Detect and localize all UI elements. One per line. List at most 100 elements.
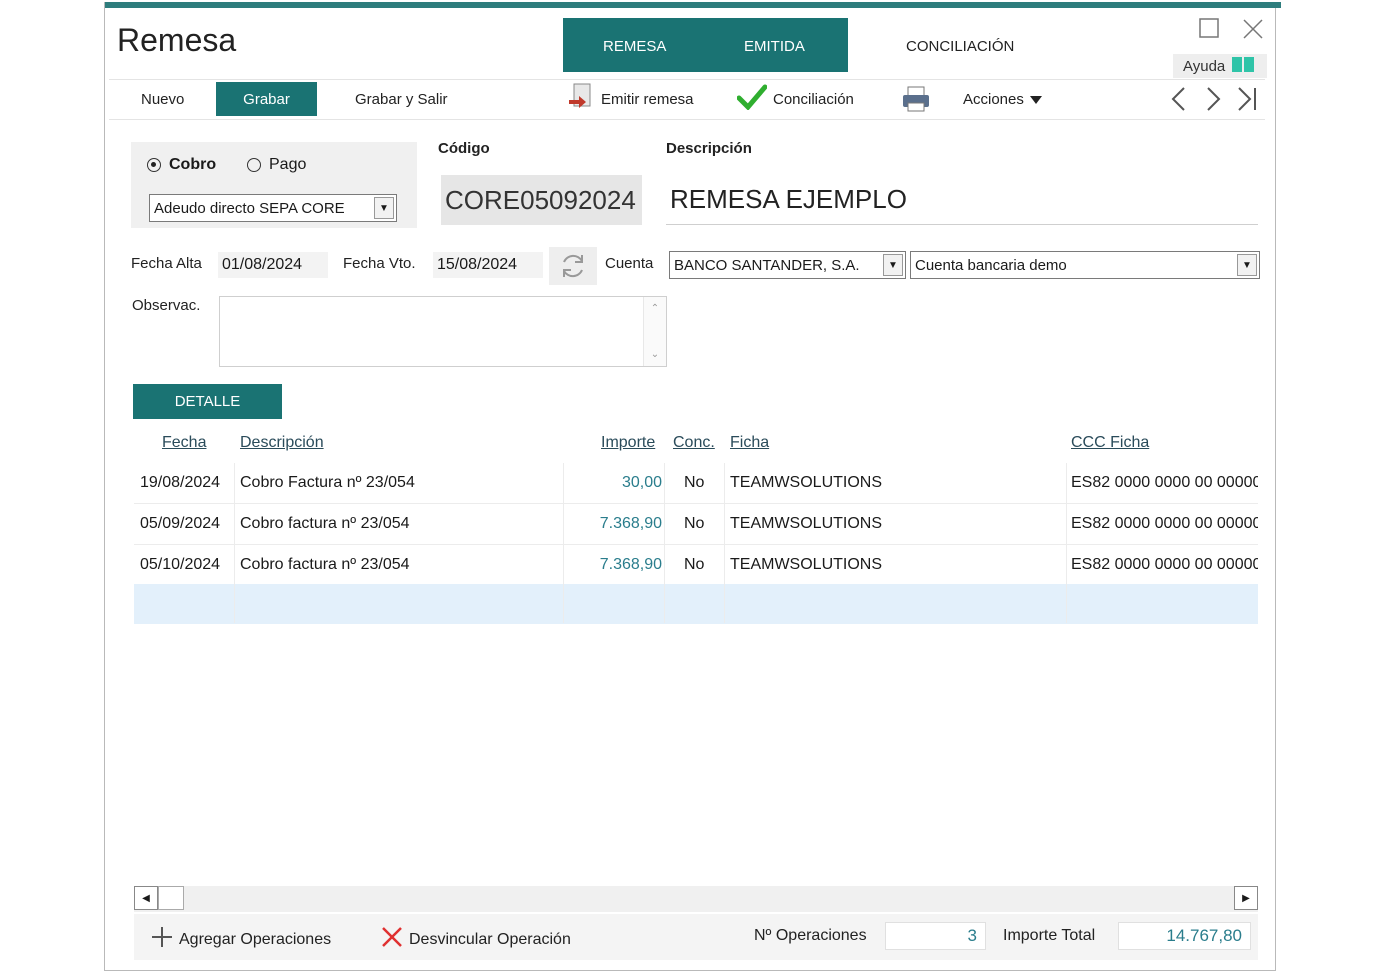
close-icon[interactable] — [1242, 18, 1264, 46]
desvincular-operacion-button[interactable]: Desvincular Operación — [381, 926, 571, 953]
cell-fecha: 05/09/2024 — [140, 515, 221, 532]
title-separator — [109, 79, 1265, 80]
toolbar-separator — [109, 119, 1265, 120]
next-record-icon[interactable] — [1203, 82, 1223, 123]
cell-ccc: ES82 0000 0000 00 0000000000 — [1071, 474, 1258, 491]
table-horizontal-scrollbar[interactable]: ◀ ▶ — [134, 886, 1258, 912]
descripcion-field[interactable]: REMESA EJEMPLO — [666, 175, 1258, 225]
last-record-icon[interactable] — [1235, 82, 1259, 123]
cuenta-label: Cuenta — [605, 255, 654, 272]
dropdown-arrow-icon: ▼ — [374, 197, 394, 219]
descripcion-label: Descripción — [666, 140, 752, 157]
modalidad-select[interactable]: Adeudo directo SEPA CORE ▼ — [149, 194, 397, 222]
fecha-vto-field[interactable]: 15/08/2024 — [433, 252, 543, 278]
pago-radio[interactable]: Pago — [247, 156, 306, 174]
grabar-salir-button[interactable]: Grabar y Salir — [355, 82, 448, 116]
table-row[interactable]: 05/09/2024 Cobro factura nº 23/054 7.368… — [134, 504, 1258, 545]
tipo-panel: Cobro Pago Adeudo directo SEPA CORE ▼ — [131, 142, 417, 228]
cell-conc: No — [684, 556, 705, 573]
fecha-vto-label: Fecha Vto. — [343, 255, 416, 272]
emitir-remesa-label: Emitir remesa — [601, 90, 694, 108]
scroll-right-icon[interactable]: ▶ — [1234, 886, 1258, 910]
column-header-fecha[interactable]: Fecha — [162, 434, 206, 452]
help-button[interactable]: Ayuda — [1173, 54, 1267, 78]
conciliacion-button[interactable]: Conciliación — [736, 82, 854, 116]
refresh-icon[interactable] — [549, 247, 597, 285]
importe-total-value: 14.767,80 — [1118, 922, 1251, 950]
column-header-conc[interactable]: Conc. — [673, 434, 715, 452]
cell-ccc: ES82 0000 0000 00 0000000000 — [1071, 556, 1258, 573]
textarea-scrollbar[interactable]: ⌃ ⌄ — [643, 297, 666, 366]
cell-fecha: 05/10/2024 — [140, 556, 221, 573]
column-header-importe[interactable]: Importe — [601, 434, 655, 452]
cell-importe: 30,00 — [621, 474, 662, 491]
radio-unselected-icon — [247, 158, 261, 172]
dropdown-arrow-icon: ▼ — [1237, 254, 1257, 276]
column-divider — [1066, 463, 1067, 623]
maximize-icon[interactable] — [1199, 18, 1219, 44]
fecha-alta-field[interactable]: 01/08/2024 — [218, 252, 328, 278]
nuevo-button[interactable]: Nuevo — [141, 82, 184, 116]
emitir-remesa-button[interactable]: Emitir remesa — [567, 82, 694, 116]
cuenta-select[interactable]: Cuenta bancaria demo ▼ — [910, 251, 1260, 279]
table-row[interactable]: 05/10/2024 Cobro factura nº 23/054 7.368… — [134, 545, 1258, 586]
agregar-operaciones-button[interactable]: Agregar Operaciones — [151, 926, 331, 953]
column-header-ccc[interactable]: CCC Ficha — [1071, 434, 1149, 452]
dropdown-arrow-icon: ▼ — [883, 254, 903, 276]
cell-conc: No — [684, 474, 705, 491]
codigo-field[interactable]: CORE05092024 — [441, 175, 642, 225]
cell-ficha: TEAMWSOLUTIONS — [730, 515, 883, 532]
column-header-descripcion[interactable]: Descripción — [240, 434, 324, 452]
printer-icon[interactable] — [901, 82, 931, 116]
prev-record-icon[interactable] — [1169, 82, 1189, 123]
column-divider — [563, 463, 564, 623]
codigo-label: Código — [438, 140, 490, 157]
new-row[interactable] — [134, 584, 1258, 624]
status-tab-remesa[interactable]: REMESA — [603, 38, 666, 55]
cell-fecha: 19/08/2024 — [140, 474, 221, 491]
column-divider — [234, 463, 235, 623]
acciones-menu[interactable]: Acciones — [963, 82, 1042, 116]
column-header-ficha[interactable]: Ficha — [730, 434, 769, 452]
importe-total-label: Importe Total — [1003, 927, 1096, 944]
n-operaciones-value: 3 — [885, 922, 986, 950]
cobro-radio[interactable]: Cobro — [147, 156, 216, 174]
emit-document-icon — [567, 82, 595, 116]
window-top-border — [105, 2, 1281, 8]
table-row[interactable]: 19/08/2024 Cobro Factura nº 23/054 30,00… — [134, 463, 1258, 504]
pago-label: Pago — [269, 156, 307, 173]
banco-value: BANCO SANTANDER, S.A. — [674, 256, 860, 274]
cell-ficha: TEAMWSOLUTIONS — [730, 474, 883, 491]
banco-select[interactable]: BANCO SANTANDER, S.A. ▼ — [669, 251, 906, 279]
desvincular-label: Desvincular Operación — [409, 930, 571, 948]
checkmark-icon — [736, 84, 768, 114]
cell-ccc: ES82 0000 0000 00 0000000000 — [1071, 515, 1258, 532]
conciliacion-label: Conciliación — [773, 90, 854, 108]
remesa-window: Remesa REMESA EMITIDA CONCILIACIÓN Ayuda… — [104, 2, 1281, 971]
cell-conc: No — [684, 515, 705, 532]
n-operaciones-label: Nº Operaciones — [754, 927, 867, 944]
acciones-label: Acciones — [963, 90, 1024, 108]
plus-icon — [151, 926, 173, 953]
scroll-down-icon[interactable]: ⌄ — [644, 349, 666, 360]
status-tab-emitida[interactable]: EMITIDA — [744, 38, 805, 55]
caret-down-icon — [1029, 91, 1042, 108]
cell-descripcion: Cobro factura nº 23/054 — [240, 556, 410, 573]
grabar-button[interactable]: Grabar — [216, 82, 317, 116]
cell-importe: 7.368,90 — [599, 556, 662, 573]
radio-selected-icon — [147, 158, 161, 172]
scroll-left-icon[interactable]: ◀ — [134, 886, 158, 910]
modalidad-value: Adeudo directo SEPA CORE — [154, 199, 345, 217]
window-title: Remesa — [117, 22, 237, 58]
scroll-up-icon[interactable]: ⌃ — [644, 303, 666, 314]
delete-x-icon — [381, 926, 403, 953]
status-tab-conciliacion[interactable]: CONCILIACIÓN — [906, 38, 1014, 55]
cuenta-value: Cuenta bancaria demo — [915, 256, 1067, 274]
tab-detalle[interactable]: DETALLE — [133, 384, 282, 419]
scrollbar-thumb[interactable] — [158, 886, 184, 910]
cell-descripcion: Cobro Factura nº 23/054 — [240, 474, 415, 491]
cell-ficha: TEAMWSOLUTIONS — [730, 556, 883, 573]
observaciones-textarea[interactable]: ⌃ ⌄ — [219, 296, 667, 367]
column-divider — [664, 463, 665, 623]
agregar-label: Agregar Operaciones — [179, 930, 332, 948]
